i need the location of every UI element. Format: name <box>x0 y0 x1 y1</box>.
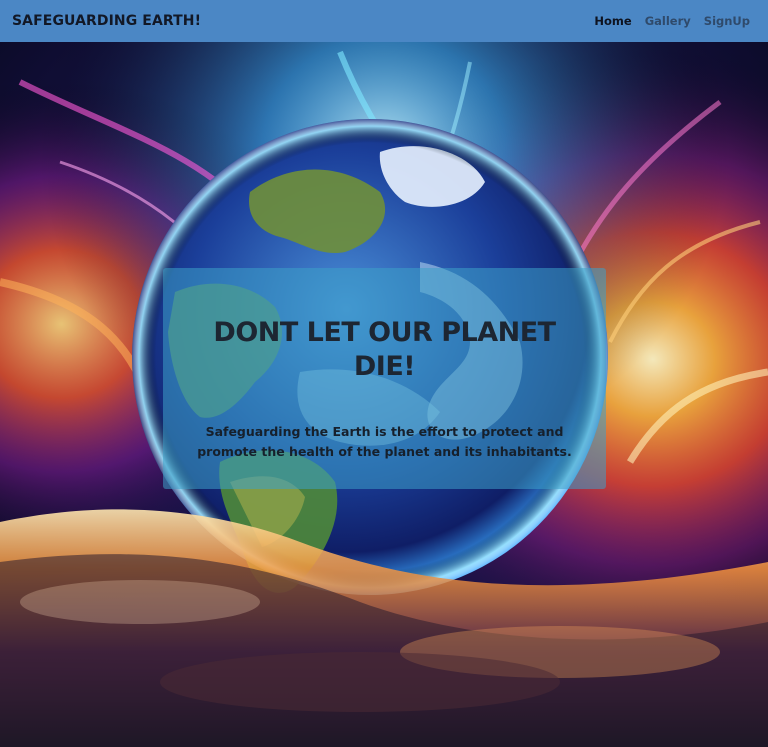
nav-link-home[interactable]: Home <box>594 14 631 28</box>
nav-links: Home Gallery SignUp <box>594 14 750 28</box>
hero-card: DONT LET OUR PLANET DIE! Safeguarding th… <box>163 268 606 489</box>
page: SAFEGUARDING EARTH! Home Gallery SignUp <box>0 0 768 747</box>
nav-link-signup[interactable]: SignUp <box>704 14 750 28</box>
hero-title: DONT LET OUR PLANET DIE! <box>213 317 556 382</box>
navbar: SAFEGUARDING EARTH! Home Gallery SignUp <box>0 0 768 42</box>
hero-description: Safeguarding the Earth is the effort to … <box>197 424 572 459</box>
nav-link-gallery[interactable]: Gallery <box>645 14 691 28</box>
brand-link[interactable]: SAFEGUARDING EARTH! <box>12 13 201 29</box>
